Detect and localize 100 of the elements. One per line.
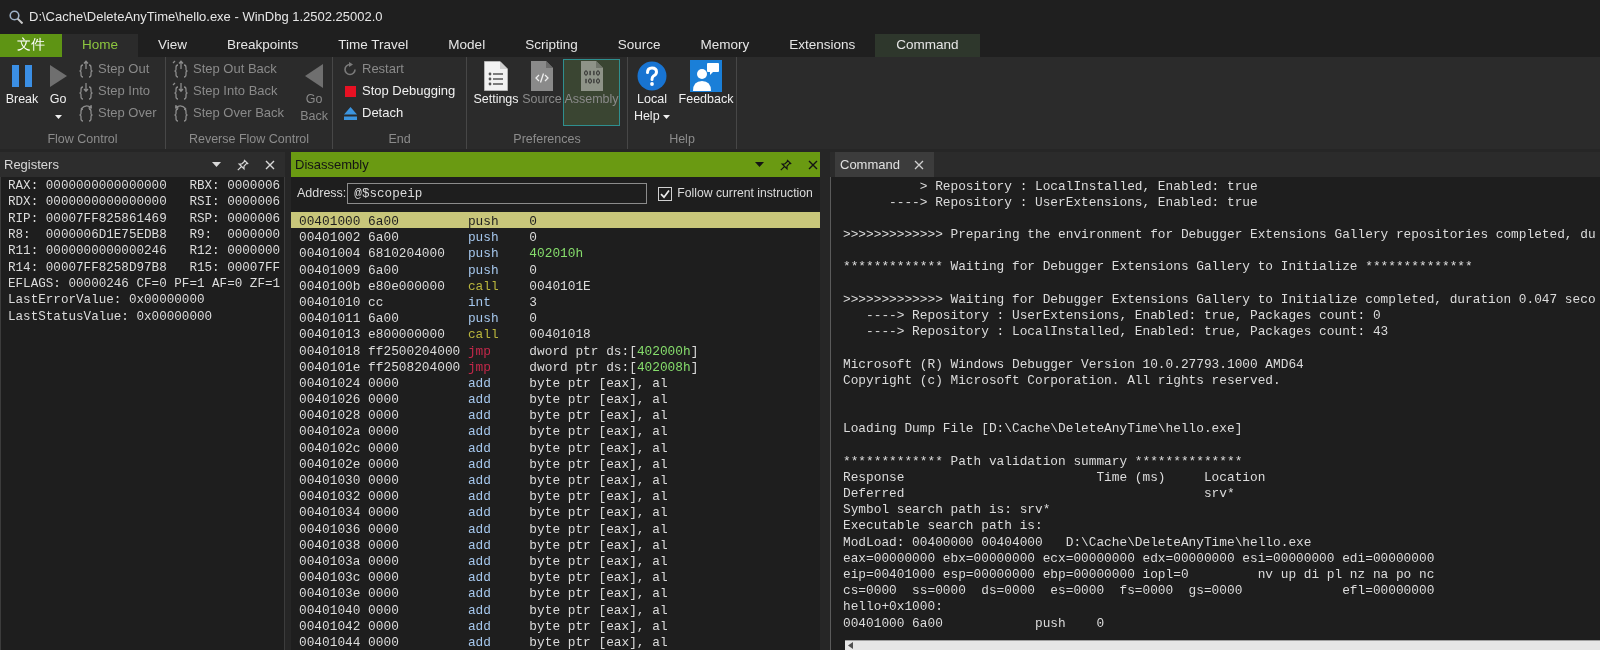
register-line: R14: 00007FF8258D97B8 R15: 00007FF	[8, 259, 281, 277]
operand-text: byte ptr [eax], al	[529, 374, 668, 393]
braces-down-arrow-icon	[77, 82, 95, 100]
caret-down-icon[interactable]	[755, 162, 764, 167]
caret-down-icon[interactable]	[212, 162, 221, 167]
panel-title: Disassembly	[294, 155, 370, 174]
operand-text: byte ptr [eax], al	[529, 455, 668, 474]
mnemonic-text: add	[467, 455, 491, 474]
output-line: Copyright (c) Microsoft Corporation. All rights reserved.	[843, 371, 1281, 390]
binary-document-icon	[580, 61, 603, 91]
bytes-text: cc	[368, 293, 384, 312]
braces-up-arrow-icon	[172, 60, 190, 78]
output-line: Deferred srv*	[843, 485, 1235, 504]
bytes-text: 0000	[368, 472, 399, 490]
mnemonic-text: int	[467, 293, 491, 312]
output-line: ModLoad: 00400000 00404000 D:\Cache\DeleteAnyTime\hello.exe	[843, 533, 1312, 552]
group-label: Reverse Flow Control	[188, 130, 310, 148]
output-line: Response Time (ms) Location	[843, 468, 1266, 487]
output-line: >>>>>>>>>>>>> Waiting for Debugger Extensions Gallery to Initialize completed, duration 0.047 seco	[843, 290, 1596, 309]
output-line: 00401000 6a00 push 0	[843, 614, 1105, 633]
eject-icon	[343, 106, 357, 120]
braces-arc-arrow-icon	[172, 104, 190, 122]
register-line: R11: 0000000000000246 R12: 0000000	[8, 243, 281, 261]
magnifier-icon	[9, 10, 23, 24]
output-line: ----> Repository : UserExtensions, Enabled: true	[888, 193, 1258, 212]
ribbon-tab[interactable]: 文件	[0, 34, 62, 57]
ribbon-tab[interactable]: Scripting	[505, 34, 598, 57]
output-line: eip=00401000 esp=00000000 ebp=00000000 iopl=0 nv up di pl nz na po nc	[843, 566, 1435, 584]
output-line: ----> Repository : LocalInstalled, Enabled: true, Packages count: 43	[865, 323, 1389, 342]
circular-arrow-icon	[343, 62, 357, 76]
ribbon-tab[interactable]: Breakpoints	[207, 34, 319, 57]
output-line: Loading Dump File [D:\Cache\DeleteAnyTime\hello.exe]	[843, 420, 1243, 439]
checkbox[interactable]	[658, 186, 673, 201]
address-field[interactable]: @$scopeip	[347, 183, 648, 204]
ribbon-button[interactable]: Go	[45, 59, 71, 126]
close-icon[interactable]	[808, 159, 818, 170]
bytes-text: 6a00	[368, 213, 399, 231]
operand-text: byte ptr [eax], al	[529, 472, 668, 490]
address-text: 0040102e	[299, 455, 361, 474]
pin-icon[interactable]	[780, 158, 792, 171]
reverse-play-icon	[305, 64, 324, 88]
bytes-text: 0000	[368, 552, 399, 571]
ribbon-button[interactable]: Feedback	[676, 59, 736, 126]
panel-tab[interactable]: Command	[835, 152, 934, 177]
code-document-icon	[531, 61, 553, 91]
register-line: RAX: 0000000000000000 RBX: 0000006	[8, 177, 281, 195]
horizontal-scrollbar[interactable]	[845, 640, 1600, 650]
group-label: Flow Control	[47, 130, 118, 148]
ribbon-tab[interactable]: Model	[428, 34, 506, 57]
ribbon-tab[interactable]: Home	[62, 34, 138, 57]
mnemonic-text: add	[467, 472, 491, 490]
scroll-left-arrow-icon[interactable]	[848, 642, 853, 649]
output-line: ************* Waiting for Debugger Extensions Gallery to Initialize **************	[843, 258, 1473, 277]
output-line: hello+0x1000:	[843, 598, 943, 617]
window-title: D:\Cache\DeleteAnyTime\hello.exe - WinDbg 1.2502.25002.0	[29, 8, 383, 27]
ribbon-button[interactable]: Settings	[471, 59, 521, 126]
ribbon-button[interactable]: Local Help	[630, 59, 674, 126]
output-line: eax=00000000 ebx=00000000 ecx=00000000 edx=00000000 esi=00000000 edi=00000000	[843, 549, 1435, 568]
braces-down-arrow-icon	[172, 82, 190, 100]
operand-text: 0	[529, 213, 538, 231]
address-text: 00401044	[299, 633, 361, 650]
mnemonic-text: add	[467, 374, 491, 393]
braces-arc-arrow-icon	[77, 104, 95, 122]
ribbon-button[interactable]: Stop Debugging	[340, 80, 457, 102]
braces-up-arrow-icon	[77, 60, 95, 78]
address-label: Address:	[297, 185, 347, 203]
ribbon-tab[interactable]: Memory	[680, 34, 770, 57]
output-line: Executable search path is:	[843, 517, 1043, 536]
output-line: >>>>>>>>>>>>> Preparing the environment for Debugger Extensions Gallery repositories completed, du	[843, 226, 1596, 245]
panel-title: Registers	[3, 155, 60, 174]
bytes-text: 0000	[368, 455, 399, 474]
ribbon-tab[interactable]: Command	[875, 34, 980, 57]
ribbon-button[interactable]: Detach	[340, 102, 457, 124]
list-document-icon	[484, 61, 508, 91]
mnemonic-text: add	[467, 633, 491, 650]
disassembly-row[interactable]: 00401000 6a00 push 0	[291, 212, 820, 229]
output-line: ************* Path validation summary **************	[843, 452, 1243, 471]
ribbon-tab[interactable]: Time Travel	[318, 34, 429, 57]
ribbon-tab[interactable]: Source	[597, 34, 681, 57]
output-line: ----> Repository : UserExtensions, Enabled: true, Packages count: 0	[865, 307, 1381, 325]
mnemonic-text: push	[467, 213, 499, 231]
ribbon-button[interactable]: Break	[4, 59, 40, 126]
ribbon-tab[interactable]: Extensions	[769, 34, 876, 57]
address-text: 0040103a	[299, 552, 361, 571]
register-line: LastErrorValue: 0x00000000	[8, 292, 205, 310]
operand-text: byte ptr [eax], al	[529, 633, 668, 650]
group-label: Help	[669, 130, 695, 148]
address-text: 00401010	[299, 293, 361, 312]
checkbox-label: Follow current instruction	[677, 185, 813, 203]
address-text: 00401030	[299, 472, 361, 490]
group-label: End	[388, 130, 411, 148]
address-text: 00401024	[299, 374, 361, 393]
ribbon-tab[interactable]: View	[138, 34, 208, 57]
output-line: cs=0000 ss=0000 ds=0000 es=0000 fs=0000 gs=0000 efl=00000000	[843, 582, 1435, 601]
operand-text: 3	[529, 293, 538, 312]
output-line: Symbol search path is: srv*	[843, 501, 1051, 520]
register-line: RDX: 0000000000000000 RSI: 0000006	[8, 194, 281, 212]
output-line: Microsoft (R) Windows Debugger Version 10.0.27793.1000 AMD64	[843, 355, 1304, 374]
bytes-text: 0000	[368, 374, 399, 393]
register-line: EFLAGS: 00000246 CF=0 PF=1 AF=0 ZF=1	[8, 276, 281, 294]
